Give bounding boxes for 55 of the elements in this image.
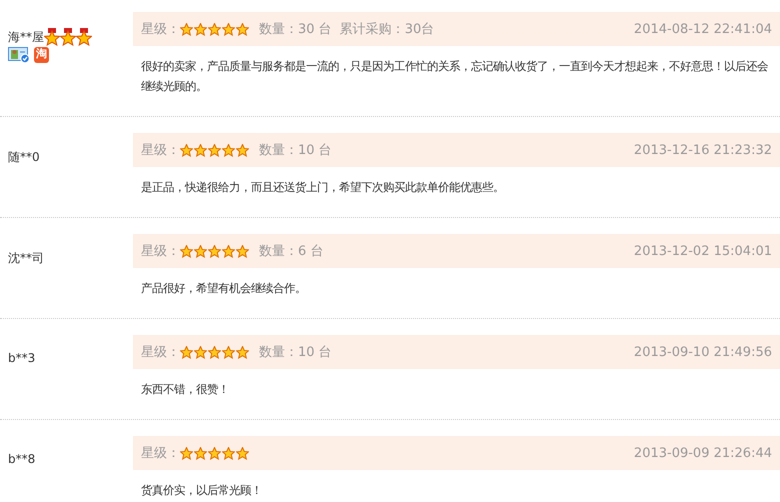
star-icon <box>222 346 235 358</box>
rating-label: 星级： <box>141 142 180 159</box>
star-icon <box>194 244 207 258</box>
star-icon <box>222 446 235 460</box>
quantity-text: 数量：10 台 <box>259 142 332 159</box>
quantity-text: 数量：6 台 <box>259 243 324 260</box>
review-date: 2013-12-02 15:04:01 <box>634 244 772 258</box>
review-date: 2013-12-16 21:23:32 <box>634 142 772 158</box>
total-purchase-text: 累计采购：30台 <box>340 21 434 38</box>
star-icon <box>208 144 221 156</box>
star-icon <box>194 144 207 156</box>
medal-icon <box>44 28 60 46</box>
star-icon <box>180 244 193 258</box>
user-name: 海**屋 <box>8 28 44 46</box>
star-icon <box>180 22 193 36</box>
user-name: 沈**司 <box>8 250 44 267</box>
shop-badge: 淘 <box>34 47 49 63</box>
user-name: 随**0 <box>8 149 40 166</box>
star-icon <box>194 346 207 358</box>
quantity-text: 数量：10 台 <box>259 344 332 361</box>
star-icon <box>236 22 249 36</box>
star-icon <box>236 446 249 460</box>
review-comment: 东西不错，很赞！ <box>140 381 230 398</box>
review-comment: 是正品，快递很给力，而且还送货上门，希望下次购买此款单价能优惠些。 <box>140 179 505 196</box>
rating-label: 星级： <box>141 445 180 462</box>
id-card-icon <box>8 47 30 63</box>
medal-icon <box>76 28 92 46</box>
star-icon <box>208 244 221 258</box>
quantity-text: 数量：30 台 <box>259 21 332 38</box>
star-icon <box>222 144 235 156</box>
star-icon <box>236 346 249 358</box>
medal-icon <box>60 28 76 46</box>
star-icon <box>236 244 249 258</box>
user-name: b**8 <box>8 452 36 466</box>
star-icon <box>208 446 221 460</box>
star-icon <box>222 22 235 36</box>
star-icon <box>208 346 221 358</box>
rating-label: 星级： <box>141 21 180 38</box>
star-icon <box>180 346 193 358</box>
review-comment: 货真价实，以后常光顾！ <box>140 482 263 499</box>
star-icon <box>236 144 249 156</box>
review-comment: 产品很好，希望有机会继续合作。 <box>140 280 307 297</box>
star-icon <box>180 144 193 156</box>
rating-label: 星级： <box>141 344 180 361</box>
review-date: 2013-09-10 21:49:56 <box>634 344 772 360</box>
review-date: 2013-09-09 21:26:44 <box>634 446 772 460</box>
star-icon <box>194 446 207 460</box>
rating-label: 星级： <box>141 243 180 260</box>
star-icon <box>180 446 193 460</box>
star-icon <box>208 22 221 36</box>
user-name: b**3 <box>8 351 36 365</box>
review-date: 2014-08-12 22:41:04 <box>634 22 772 36</box>
star-icon <box>194 22 207 36</box>
star-icon <box>222 244 235 258</box>
review-comment: 很好的卖家，产品质量与服务都是一流的，只是因为工作忙的关系，忘记确认收货了，一直到今天才想起来，不好意思！以后还会继续光顾的。 <box>140 58 769 95</box>
